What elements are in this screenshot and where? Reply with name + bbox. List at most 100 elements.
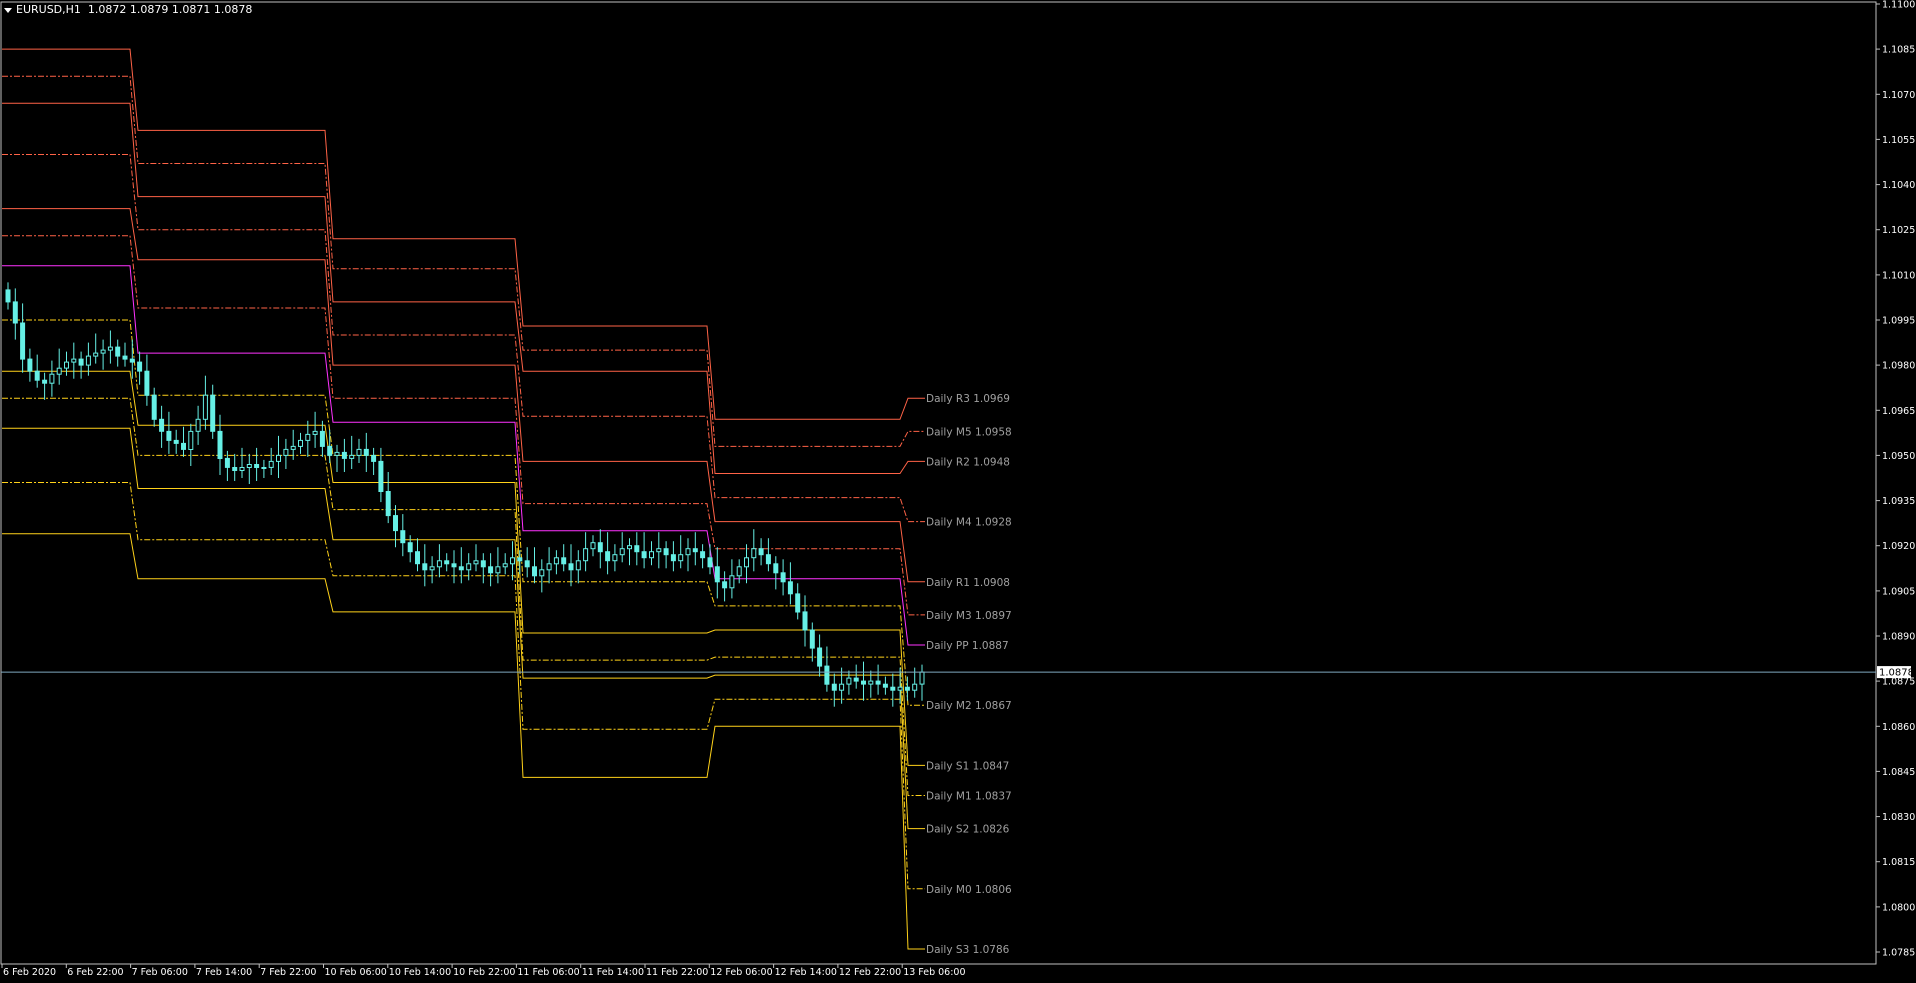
candle-body (663, 548, 669, 556)
price-tick-label: 1.0905 (1882, 586, 1915, 597)
price-tick-label: 1.1010 (1882, 270, 1915, 281)
candle-body (553, 557, 559, 565)
level-label: Daily M5 1.0958 (926, 426, 1012, 438)
candle-body (656, 548, 662, 553)
candle-body (532, 566, 537, 577)
candle-body (363, 448, 369, 456)
candle-body (56, 367, 62, 375)
candle-body (736, 566, 742, 577)
pivot-level-m1 (2, 397, 925, 796)
candle-body (619, 548, 625, 556)
pivot-level-m4 (2, 154, 925, 523)
symbol-label: EURUSD,H1 (16, 3, 81, 16)
candle-body (758, 548, 764, 556)
candle-body (707, 557, 713, 568)
price-tick-label: 1.0785 (1882, 948, 1915, 959)
candle-body (700, 551, 706, 559)
candle-body (839, 683, 845, 691)
time-tick-label: 10 Feb 06:00 (325, 967, 387, 978)
candle-body (597, 542, 603, 553)
candle-body (510, 557, 515, 565)
candle-body (246, 464, 252, 468)
level-label: Daily S1 1.0847 (926, 760, 1009, 772)
candle-body (897, 686, 903, 691)
candle-body (627, 545, 632, 550)
candle-body (371, 454, 377, 462)
candle-body (568, 563, 574, 571)
level-label: Daily S3 1.0786 (926, 944, 1010, 956)
candle-body (583, 548, 589, 562)
candle-body (334, 451, 340, 456)
candle-body (641, 551, 647, 559)
candle-body (590, 542, 596, 550)
pivot-level-s2 (2, 427, 925, 830)
level-label: Daily M1 1.0837 (926, 791, 1012, 803)
candle-body (861, 680, 866, 685)
pivot-level-m2 (2, 319, 925, 706)
level-label: Daily R3 1.0969 (926, 393, 1010, 405)
time-tick-label: 6 Feb 2020 (3, 967, 56, 978)
candle-body (400, 530, 406, 544)
candle-body (575, 560, 581, 571)
candle-body (466, 563, 472, 571)
candle-body (422, 563, 428, 571)
price-tick-label: 1.1040 (1882, 180, 1915, 191)
candle-body (137, 361, 143, 372)
candle-body (853, 677, 859, 682)
level-label: Daily M3 1.0897 (926, 610, 1012, 622)
pivot-level-labels: Daily R3 1.0969 Daily M5 1.0958 Daily R2 1… (926, 393, 1012, 956)
candle-body (517, 557, 523, 562)
candle-body (787, 581, 793, 595)
price-tick-label: 1.0995 (1882, 316, 1915, 327)
candle-body (210, 394, 216, 432)
candle-body (649, 551, 654, 559)
candle-body (239, 467, 245, 471)
time-tick-label: 7 Feb 14:00 (196, 967, 252, 978)
candle-body (261, 467, 267, 469)
candle-body (107, 346, 113, 351)
candle-body (458, 566, 464, 571)
candle-body (100, 349, 106, 354)
candle-body (780, 572, 786, 583)
price-tick-label: 1.0815 (1882, 857, 1915, 868)
time-tick-label: 10 Feb 14:00 (389, 967, 451, 978)
chart-canvas[interactable]: Daily R3 1.0969 Daily M5 1.0958 Daily R2 1… (0, 0, 1916, 983)
candle-body (502, 563, 508, 568)
candle-body (385, 491, 391, 517)
price-tick-label: 1.0920 (1882, 541, 1915, 552)
candle-body (415, 551, 420, 565)
candle-body (795, 593, 801, 613)
candle-body (5, 289, 11, 303)
level-label: Daily S2 1.0826 (926, 824, 1010, 836)
candle-body (817, 647, 823, 667)
candle-body (729, 575, 735, 589)
candle-body (488, 566, 494, 574)
candle-body (495, 566, 501, 574)
level-label: Daily R1 1.0908 (926, 577, 1010, 589)
candle-body (173, 439, 179, 444)
price-tick-label: 1.0860 (1882, 722, 1915, 733)
candle-body (115, 346, 121, 357)
candle-body (846, 677, 852, 685)
candle-body (605, 551, 611, 562)
current-price-tag: 1.0878 (1877, 666, 1914, 679)
candle-body (809, 629, 815, 649)
candle-body (144, 370, 150, 396)
candle-body (217, 430, 223, 459)
candle-body (912, 683, 918, 691)
pivot-level-m0 (2, 482, 925, 890)
dropdown-triangle-icon[interactable] (4, 7, 12, 13)
candle-body (195, 418, 201, 432)
candle-body (85, 355, 91, 366)
candle-body (34, 370, 40, 381)
candle-body (722, 581, 728, 589)
chart-title: EURUSD,H1 1.0872 1.0879 1.0871 1.0878 (4, 3, 252, 16)
candle-body (312, 430, 318, 435)
candle-body (473, 560, 479, 565)
price-tick-label: 1.0935 (1882, 496, 1915, 507)
candle-body (802, 611, 808, 631)
price-tick-label: 1.1055 (1882, 135, 1915, 146)
pivot-level-s3 (2, 533, 925, 950)
level-label: Daily R2 1.0948 (926, 456, 1010, 468)
candle-body (904, 686, 910, 691)
